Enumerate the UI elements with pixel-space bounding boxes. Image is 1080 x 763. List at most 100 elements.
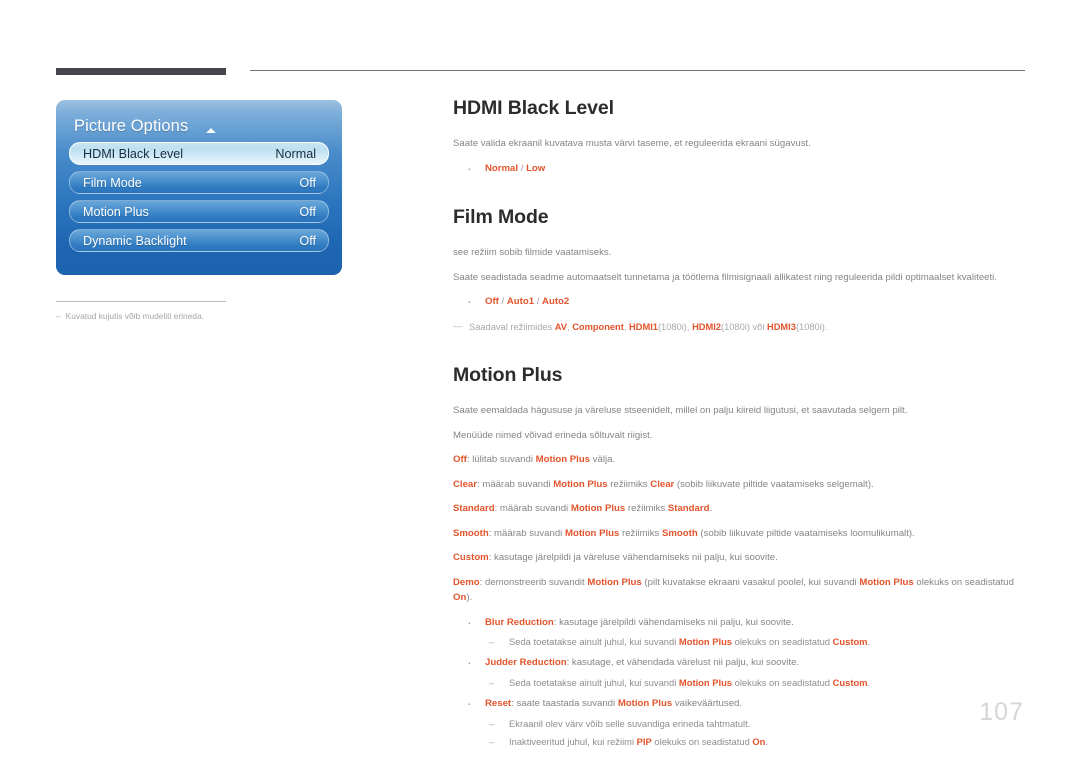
demo-text-2: (pilt kuvatakse ekraani vasakul poolel, …: [641, 576, 860, 588]
subnote-text-2: olekuks on seadistatud: [651, 735, 753, 747]
subnote-text-3: .: [765, 735, 769, 747]
note-res-3: (1080i).: [795, 321, 828, 332]
osd-row-value: Off: [299, 175, 316, 190]
options-list-film-mode: Off / Auto1 / Auto2: [453, 290, 1025, 312]
mode-term: Smooth: [453, 527, 489, 539]
mode-text-3: .: [709, 503, 713, 515]
emphasis-mode-value: Standard: [667, 503, 710, 515]
left-note: – Kuvatud kujutis võib mudeliti erineda.: [56, 311, 342, 322]
emphasis-mode-value: Smooth: [661, 527, 698, 539]
mode-text-2: režiimiks: [607, 478, 651, 490]
left-note-dash: –: [56, 311, 61, 321]
emphasis-motion-plus: Motion Plus: [535, 454, 591, 466]
mode-text-1: : määrab suvandi: [488, 527, 565, 539]
osd-row-label: Motion Plus: [83, 204, 149, 219]
option-auto2: Auto2: [542, 296, 570, 308]
bullet-term: Blur Reduction: [485, 616, 554, 628]
mode-text-2: välja.: [590, 454, 616, 466]
mode-custom: Custom: kasutage järelpildi ja väreluse …: [453, 550, 1025, 566]
emphasis-motion-plus: Motion Plus: [570, 503, 626, 515]
emphasis-motion-plus: Motion Plus: [564, 527, 620, 539]
mode-term: Demo: [453, 576, 480, 588]
emphasis-motion-plus: Motion Plus: [587, 576, 642, 588]
osd-row-label: Film Mode: [83, 175, 142, 190]
osd-row-value: Off: [299, 204, 316, 219]
emphasis-custom: Custom: [832, 676, 868, 688]
source-hdmi3: HDMI3: [767, 321, 796, 332]
mode-clear: Clear: määrab suvandi Motion Plus režiim…: [453, 477, 1025, 493]
mode-text-1: : lülitab suvandi: [466, 454, 536, 466]
emphasis-motion-plus: Motion Plus: [678, 636, 733, 648]
paragraph-hdmi-black-level: Saate valida ekraanil kuvatava musta vär…: [453, 138, 811, 149]
caret-up-icon[interactable]: [206, 127, 217, 133]
bullet-rest-post: vaikeväärtused.: [672, 698, 743, 709]
emphasis-on: On: [453, 592, 467, 604]
option-separator: /: [534, 296, 543, 308]
subnote-item: Inaktiveeritud juhul, kui režiimi PIP ol…: [485, 734, 1025, 749]
mode-term: Off: [453, 454, 467, 466]
paragraph-film-mode-2: Saate seadistada seadme automaatselt tun…: [453, 271, 997, 283]
mode-text-3: (sobib liikuvate piltide vaatamiseks sel…: [674, 478, 874, 490]
osd-row-film-mode[interactable]: Film Mode Off: [69, 171, 329, 194]
list-item: Off / Auto1 / Auto2: [453, 290, 1025, 312]
bullet-rest: : kasutage järelpildi vähendamiseks nii …: [553, 616, 794, 628]
demo-text-3: olekuks on seadistatud: [913, 576, 1014, 588]
mode-text-2: režiimiks: [619, 527, 662, 539]
note-res-2: (1080i) või: [721, 321, 767, 332]
emphasis-pip: PIP: [636, 735, 652, 747]
paragraph-motion-plus-2: Menüüde nimed võivad erineda sõltuvalt r…: [453, 429, 653, 441]
mode-term: Custom: [453, 552, 489, 564]
demo-text-4: ).: [466, 592, 473, 604]
mode-demo: Demo: demonstreerib suvandit Motion Plus…: [453, 575, 1025, 606]
subnote-text-2: olekuks on seadistatud: [732, 636, 833, 648]
osd-row-value: Off: [299, 233, 316, 248]
subnote-list: Ekraanil olev värv võib selle suvandiga …: [485, 716, 1025, 749]
page-number: 107: [979, 698, 1024, 726]
subnote-text-1: Seda toetatakse ainult juhul, kui suvand…: [509, 676, 679, 688]
subnote-item: Ekraanil olev värv võib selle suvandiga …: [485, 716, 1025, 731]
mode-text-2: režiimiks: [625, 503, 668, 515]
emphasis-custom: Custom: [832, 636, 868, 648]
mode-text-1: : määrab suvandi: [494, 503, 571, 515]
list-item-reset: Reset: saate taastada suvandi Motion Plu…: [453, 692, 1025, 749]
source-component: Component: [572, 321, 624, 332]
subnote-text-1: Inaktiveeritud juhul, kui režiimi: [509, 735, 637, 747]
header-rule-thin: [250, 70, 1025, 71]
osd-picture-options-panel: Picture Options HDMI Black Level Normal …: [56, 100, 342, 275]
note-lead: Saadaval režiimides: [469, 321, 555, 332]
osd-row-dynamic-backlight[interactable]: Dynamic Backlight Off: [69, 229, 329, 252]
list-item-blur-reduction: Blur Reduction: kasutage järelpildi vähe…: [453, 611, 1025, 650]
mode-off: Off: lülitab suvandi Motion Plus välja.: [453, 452, 1025, 468]
heading-film-mode: Film Mode: [453, 206, 549, 229]
emphasis-on: On: [752, 735, 766, 747]
osd-row-label: HDMI Black Level: [83, 146, 184, 161]
left-note-divider: [56, 301, 226, 302]
motion-plus-sub-options: Blur Reduction: kasutage järelpildi vähe…: [453, 611, 1025, 749]
left-note-text: Kuvatud kujutis võib mudeliti erineda.: [65, 311, 204, 321]
subnote-list: Seda toetatakse ainult juhul, kui suvand…: [485, 634, 1025, 649]
heading-hdmi-black-level: HDMI Black Level: [453, 97, 614, 119]
subnote-text-2: olekuks on seadistatud: [732, 676, 833, 688]
osd-row-label: Dynamic Backlight: [83, 233, 187, 248]
osd-row-motion-plus[interactable]: Motion Plus Off: [69, 200, 329, 223]
paragraph-film-mode-1: see režiim sobib filmide vaatamiseks.: [453, 247, 612, 259]
bullet-rest: : kasutage, et vähendada värelust nii pa…: [566, 657, 800, 669]
list-item: Normal / Low: [453, 157, 1025, 179]
mode-term: Clear: [453, 478, 477, 490]
demo-text-1: : demonstreerib suvandit: [479, 576, 588, 588]
option-low: Low: [526, 162, 546, 174]
osd-row-hdmi-black-level[interactable]: HDMI Black Level Normal: [69, 142, 329, 165]
source-hdmi2: HDMI2: [692, 321, 721, 332]
osd-panel-title: Picture Options: [74, 116, 189, 135]
mode-text-3: (sobib liikuvate piltide vaatamiseks loo…: [697, 527, 915, 539]
source-av: AV: [554, 321, 568, 332]
mode-text-1: : kasutage järelpildi ja väreluse vähend…: [488, 552, 778, 564]
subnote-text-3: .: [867, 636, 871, 648]
option-normal: Normal: [485, 162, 519, 174]
option-off: Off: [485, 296, 499, 308]
option-separator: /: [498, 296, 507, 308]
heading-motion-plus: Motion Plus: [453, 364, 563, 387]
emphasis-motion-plus: Motion Plus: [678, 676, 733, 688]
header-rule-thick: [56, 68, 226, 75]
subnote-item: Seda toetatakse ainult juhul, kui suvand…: [485, 675, 1025, 690]
